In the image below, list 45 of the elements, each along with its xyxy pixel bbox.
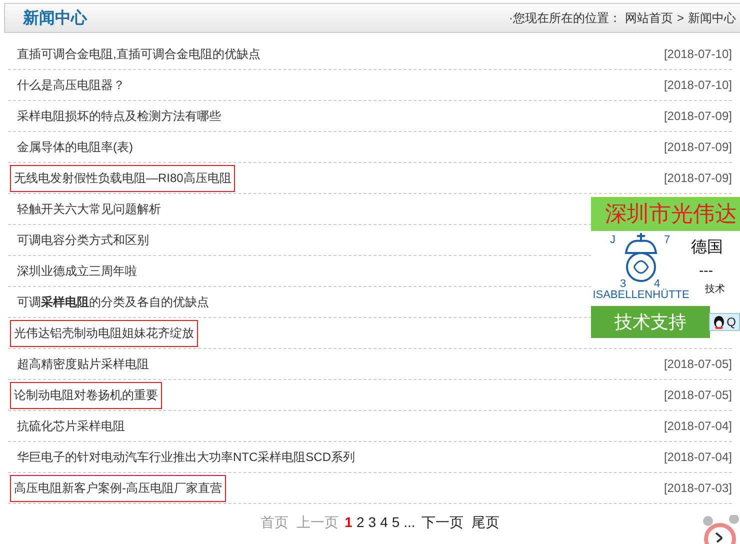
breadcrumb-label: ·您现在所在的位置： <box>508 10 621 26</box>
ad-text: 技术 <box>704 282 725 296</box>
news-link[interactable]: 金属导体的电阻率(表) <box>14 134 136 160</box>
section-title: 新闻中心 <box>23 8 87 28</box>
news-date: [2018-07-09] <box>664 109 732 123</box>
news-link[interactable]: 光伟达铝壳制动电阻姐妹花齐绽放 <box>10 320 198 346</box>
breadcrumb-link[interactable]: 新闻中心 <box>688 10 736 26</box>
ad-banner: 深圳市光伟达 <box>591 197 740 231</box>
pager-nav-link[interactable]: 下一页 <box>419 514 466 532</box>
breadcrumb-separator: > <box>676 11 684 25</box>
news-date: [2018-07-09] <box>664 171 732 185</box>
news-link[interactable]: 可调电容分类方式和区别 <box>14 226 152 254</box>
news-link[interactable]: 可调采样电阻的分类及各自的优缺点 <box>14 288 212 316</box>
pagination-ellipsis: ... <box>404 514 416 532</box>
news-link[interactable]: 采样电阻损坏的特点及检测方法有哪些 <box>14 102 224 130</box>
ad-text: 德国 <box>691 238 724 258</box>
news-link[interactable]: 无线电发射假性负载电阻—RI80高压电阻 <box>10 164 236 192</box>
ad-text: --- <box>698 262 714 278</box>
news-link[interactable]: 抗硫化芯片采样电阻 <box>14 412 128 440</box>
news-link[interactable]: 论制动电阻对卷扬机的重要 <box>10 382 162 408</box>
news-link[interactable]: 直插可调合金电阻,直插可调合金电阻的优缺点 <box>14 40 264 68</box>
news-date: [2018-07-10] <box>664 78 732 92</box>
pager-nav-link[interactable]: 尾页 <box>469 514 502 532</box>
breadcrumb-link[interactable]: 网站首页 <box>624 10 673 26</box>
news-date: [2018-07-05] <box>664 357 732 371</box>
news-date: [2018-07-04] <box>664 450 732 464</box>
page-link[interactable]: 1 <box>344 514 352 532</box>
news-link[interactable]: 什么是高压电阻器？ <box>14 72 128 98</box>
news-link[interactable]: 深圳业德成立三周年啦 <box>14 258 140 284</box>
page-link[interactable]: 2 <box>356 514 364 532</box>
page-link[interactable]: 3 <box>368 514 376 532</box>
news-date: [2018-07-04] <box>664 419 732 433</box>
penguin-icon <box>712 315 725 329</box>
news-date: [2018-07-05] <box>664 388 732 402</box>
news-date: [2018-07-09] <box>664 140 732 154</box>
page-link[interactable]: 4 <box>380 514 388 532</box>
page-link[interactable]: 5 <box>392 514 400 532</box>
qq-button[interactable]: Q <box>708 313 740 331</box>
news-link[interactable]: 轻触开关六大常见问题解析 <box>14 196 164 222</box>
news-link[interactable]: 超高精密度贴片采样电阻 <box>14 350 152 378</box>
news-link[interactable]: 华巨电子的针对电动汽车行业推出大功率NTC采样电阻SCD系列 <box>14 444 358 470</box>
news-date: [2018-07-03] <box>664 481 732 495</box>
logo-text: ISABELLENHÜTTE <box>592 289 690 301</box>
news-link[interactable]: 高压电阻新客户案例-高压电阻厂家直营 <box>10 474 226 502</box>
news-date: [2018-07-10] <box>664 47 732 61</box>
